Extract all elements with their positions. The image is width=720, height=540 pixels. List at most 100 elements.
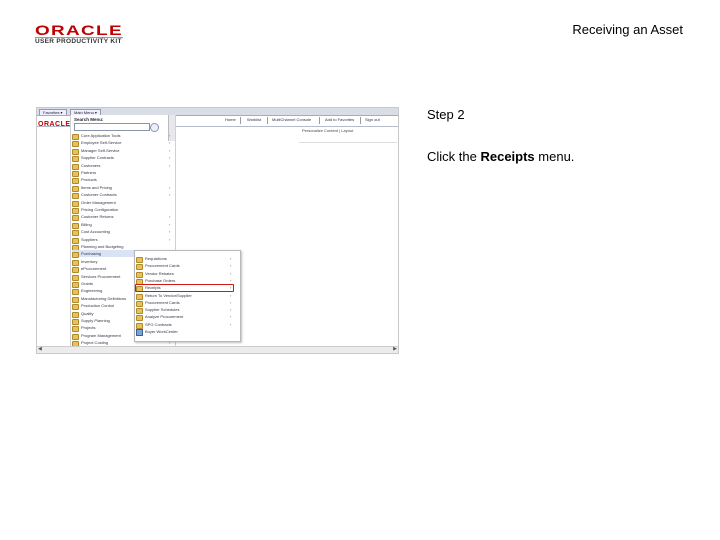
submenu-item[interactable]: Supplier Schedules › [136, 306, 239, 315]
submenu-item-label: Return To Vendor/Supplier [145, 292, 192, 298]
horizontal-scrollbar[interactable] [37, 346, 398, 353]
nav-multichannel-console[interactable]: MultiChannel Console [272, 117, 311, 123]
submenu-item-label: Supplier Schedules [145, 307, 180, 313]
submenu-item-label: SPG Contracts [145, 321, 172, 327]
chevron-right-icon: › [230, 321, 232, 327]
search-menu-input[interactable] [74, 123, 150, 131]
submenu-item[interactable]: Analyze Procurement › [136, 313, 239, 322]
menu-item-label: Cost Accounting [81, 229, 110, 235]
chevron-right-icon: › [230, 277, 232, 283]
submenu-item-label: Purchase Orders [145, 277, 176, 283]
submenu-item-label: Procurement Cards [145, 299, 180, 305]
nav-separator [319, 117, 320, 124]
menu-item-label: Employee Self-Service [81, 140, 122, 146]
scroll-right-icon[interactable]: ▶ [393, 346, 397, 352]
submenu-item-label: Buyer WorkCenter [145, 329, 178, 334]
submenu-item[interactable]: Return To Vendor/Supplier › [136, 292, 239, 300]
tab-favorites[interactable]: Favorites ▾ [39, 109, 67, 115]
menu-item[interactable]: Core Application Tools › [72, 132, 171, 140]
chevron-right-icon: › [169, 133, 171, 138]
menu-item[interactable]: Manager Self-Service › [72, 147, 171, 155]
menu-item[interactable]: Customer Contracts › [72, 191, 171, 200]
menu-item-label: Customer Contracts [81, 192, 117, 198]
submenu-item-label: Procurement Cards [145, 263, 180, 269]
submenu-item[interactable]: Buyer WorkCenter [136, 328, 239, 336]
chevron-right-icon: › [169, 229, 171, 235]
chevron-right-icon: › [230, 256, 232, 261]
menu-item-label: Core Application Tools [81, 133, 121, 138]
chevron-right-icon: › [169, 192, 171, 198]
menu-item[interactable]: Items and Pricing › [72, 184, 171, 192]
submenu-item[interactable]: Purchase Orders › [136, 277, 239, 285]
submenu-item[interactable]: Vendor Rebates › [136, 270, 239, 278]
nav-worklist[interactable]: Worklist [247, 117, 261, 123]
menu-item[interactable]: Planning and Budgeting [72, 243, 168, 251]
menu-item[interactable]: Supplier Contracts › [72, 154, 171, 163]
chevron-right-icon: › [169, 221, 171, 227]
chevron-right-icon: › [169, 184, 171, 190]
chevron-right-icon: › [169, 140, 171, 146]
menu-item-label: Suppliers [81, 236, 98, 242]
instruction-prefix: Click the [427, 149, 481, 164]
menu-item-label: Program Management [81, 332, 121, 338]
menu-item[interactable]: Products [72, 176, 168, 185]
search-icon[interactable] [150, 123, 159, 132]
nav-separator [267, 117, 268, 124]
menu-item-label: Supplier Contracts [81, 155, 114, 161]
menu-item-label: Billing [81, 221, 92, 227]
menu-item-label: Services Procurement [81, 273, 121, 279]
menu-item-label: Projects [81, 325, 96, 331]
menu-item-label: Purchasing [81, 251, 102, 257]
menu-item-label: Manufacturing Definitions [81, 295, 127, 301]
chevron-right-icon: › [230, 299, 232, 305]
submenu-item-label: Vendor Rebates [145, 270, 174, 276]
chevron-right-icon: › [230, 292, 232, 298]
menu-item-label: Engineering [81, 288, 103, 294]
menu-item[interactable]: Billing › [72, 221, 171, 229]
nav-sign-out[interactable]: Sign out [365, 117, 380, 123]
menu-item[interactable]: Customer Returns › [72, 213, 171, 222]
step-label: Step 2 [427, 107, 465, 122]
menu-item[interactable]: Pricing Configuration [72, 206, 168, 214]
chevron-right-icon: › [230, 307, 232, 313]
menu-item[interactable]: Employee Self-Service › [72, 139, 171, 148]
chevron-right-icon: › [230, 270, 232, 276]
portal-oracle-logo: ORACLE [38, 121, 71, 128]
menu-item-label: eProcurement [81, 266, 107, 272]
instruction-target: Receipts [480, 149, 535, 164]
menu-item-label: Order Management [81, 199, 116, 205]
menu-item-label: Inventory [81, 258, 98, 264]
nav-separator [240, 117, 241, 124]
menu-item[interactable]: Suppliers › [72, 236, 171, 244]
chevron-right-icon: › [169, 214, 171, 220]
submenu-item[interactable]: SPG Contracts › [136, 321, 239, 329]
menu-item-label: Manager Self-Service [81, 147, 120, 153]
scroll-left-icon[interactable]: ◀ [38, 346, 42, 352]
menu-item[interactable]: Customers › [72, 162, 171, 170]
chevron-right-icon: › [230, 263, 232, 269]
submenu-item[interactable]: Procurement Cards › [136, 262, 239, 271]
nav-add-favorites[interactable]: Add to Favorites [325, 117, 354, 123]
chevron-right-icon: › [230, 314, 232, 320]
menu-item-label: Items and Pricing [81, 184, 112, 190]
chevron-right-icon: › [169, 162, 171, 168]
menu-item-label: Products [81, 177, 97, 183]
submenu-item[interactable]: Requisitions › [136, 255, 239, 263]
menu-item-label: Grants [81, 281, 94, 286]
chevron-right-icon: › [169, 147, 171, 153]
search-menu-label: Search Menu: [74, 117, 104, 122]
menu-item[interactable]: Order Management [72, 199, 168, 207]
chevron-right-icon: › [169, 236, 171, 242]
nav-home[interactable]: Home [225, 117, 236, 123]
menu-item-label: Production Control [81, 303, 115, 309]
personalize-links[interactable]: Personalize Content | Layout [302, 128, 353, 133]
submenu-item[interactable]: Procurement Cards › [136, 299, 239, 307]
oracle-logo: ORACLE [35, 22, 123, 38]
submenu-item-label: Analyze Procurement [145, 314, 184, 320]
chevron-right-icon: › [169, 155, 171, 161]
menu-item-label: Planning and Budgeting [81, 244, 124, 249]
upk-logo-subtitle: USER PRODUCTIVITY KIT [35, 38, 122, 45]
menu-item-label: Customer Returns [81, 214, 114, 220]
menu-item[interactable]: Cost Accounting › [72, 228, 171, 237]
menu-item[interactable]: Partners [72, 169, 168, 177]
